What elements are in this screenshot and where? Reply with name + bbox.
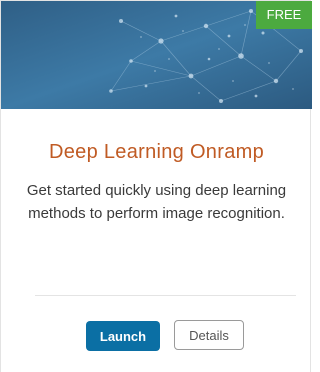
course-hero-image: FREE [1,1,312,109]
divider [35,295,296,296]
details-button[interactable]: Details [174,320,244,350]
course-title: Deep Learning Onramp [48,141,264,163]
launch-button[interactable]: Launch [86,321,160,351]
free-badge: FREE [256,1,312,29]
course-card: FREE Deep Learning Onramp Get started qu… [0,0,312,372]
course-description: Get started quickly using deep learning … [26,182,287,222]
